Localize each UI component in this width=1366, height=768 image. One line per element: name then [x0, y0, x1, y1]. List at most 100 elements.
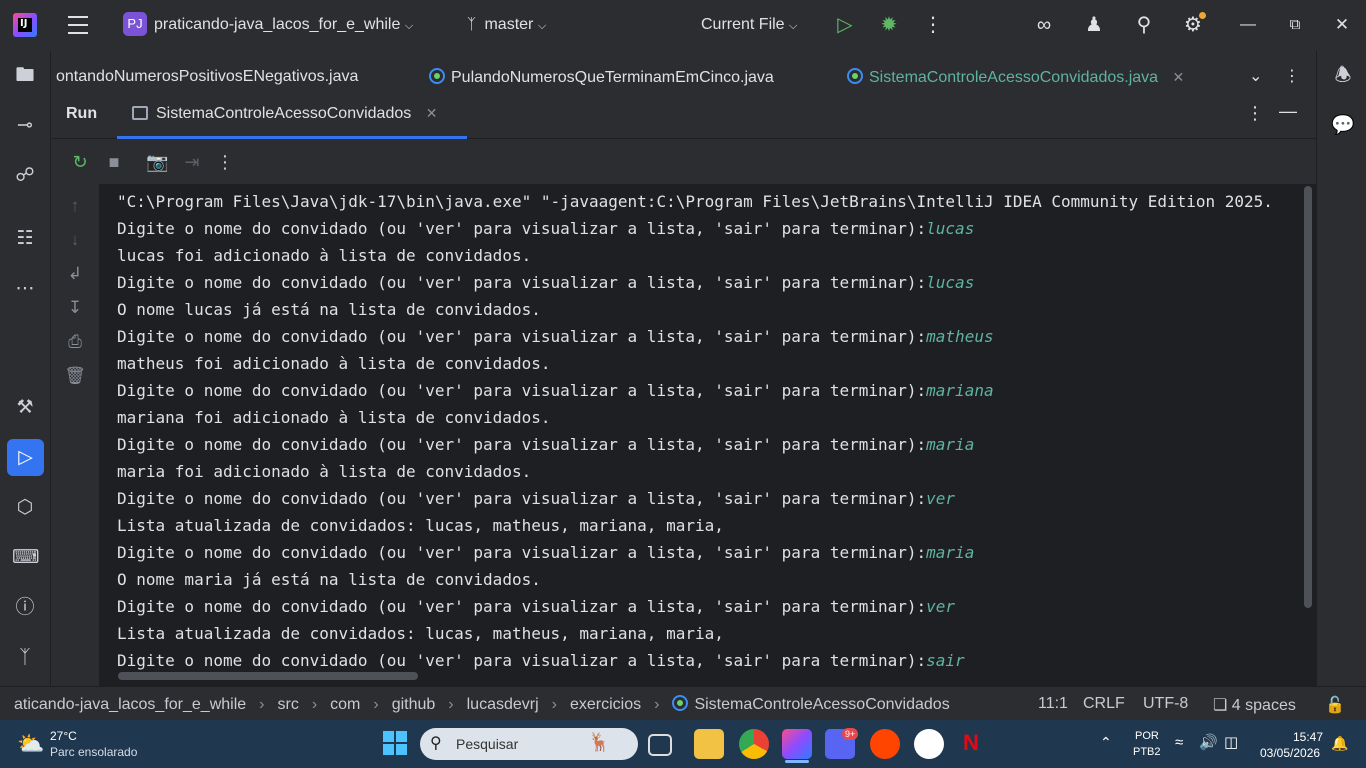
- services-icon[interactable]: ⬡: [12, 495, 38, 521]
- trash-icon[interactable]: 🗑: [64, 366, 86, 386]
- terminal-icon[interactable]: ⌨: [12, 545, 39, 571]
- build-hammer-icon[interactable]: ⚒: [12, 395, 38, 421]
- close-icon[interactable]: ✕: [1329, 12, 1355, 38]
- github-icon[interactable]: [914, 729, 944, 759]
- breadcrumb-item[interactable]: aticando-java_lacos_for_e_while: [14, 696, 246, 713]
- breadcrumb-separator-icon: ›: [373, 696, 379, 713]
- console-output[interactable]: ↑ ↓ ↲ ↧ ⎙ 🗑 "C:\Program Files\Java\jdk-1…: [52, 184, 1316, 686]
- print-icon[interactable]: ⎙: [64, 332, 86, 352]
- editor-tab-pulando[interactable]: PulandoNumerosQueTerminamEmCinco.java: [429, 68, 774, 87]
- console-prompt-line: Digite o nome do convidado (ou 'ver' par…: [117, 431, 1307, 458]
- problems-icon[interactable]: ⓘ: [12, 595, 38, 621]
- reddit-icon[interactable]: [870, 729, 900, 759]
- pull-requests-icon[interactable]: ☍: [12, 163, 38, 189]
- close-tab-icon[interactable]: ✕: [1173, 69, 1185, 85]
- editor-tab-sistema[interactable]: SistemaControleAcessoConvidados.java ✕: [847, 68, 1184, 87]
- soft-wrap-icon[interactable]: ↲: [64, 264, 86, 284]
- chevron-down-icon: ⌵: [789, 20, 798, 32]
- notification-center-icon[interactable]: 🔔: [1331, 735, 1348, 752]
- more-actions-icon[interactable]: ⋮: [920, 12, 946, 38]
- weather-icon[interactable]: ⛅: [17, 731, 44, 757]
- run-options-icon[interactable]: ⋮: [1246, 103, 1264, 124]
- toolbar-more-icon[interactable]: ⋮: [215, 152, 235, 173]
- branch-selector[interactable]: ᛉ master ⌵: [467, 16, 546, 34]
- git-icon[interactable]: ᛉ: [12, 645, 38, 671]
- tabs-dropdown-icon[interactable]: ⌄: [1249, 66, 1262, 86]
- scroll-to-end-icon[interactable]: ↧: [64, 298, 86, 318]
- notifications-bell-icon[interactable]: 🕭: [1330, 63, 1356, 89]
- clock-date[interactable]: 03/05/2026: [1260, 746, 1320, 760]
- caret-position[interactable]: 11:1: [1038, 695, 1068, 713]
- breadcrumb-item[interactable]: lucasdevrj: [467, 696, 539, 713]
- structure-icon[interactable]: ☷: [12, 226, 38, 252]
- breadcrumb-item[interactable]: SistemaControleAcessoConvidados: [694, 696, 949, 713]
- run-panel-header: Run SistemaControleAcessoConvidados ✕ ⋮ …: [52, 91, 1316, 139]
- restore-icon[interactable]: ⧉: [1282, 12, 1308, 38]
- line-separator[interactable]: CRLF: [1083, 695, 1125, 713]
- debug-icon[interactable]: ✹: [876, 12, 902, 38]
- console-output-line: maria foi adicionado à lista de convidad…: [117, 462, 532, 481]
- keyboard-layout[interactable]: PTB2: [1133, 746, 1161, 758]
- vertical-scrollbar[interactable]: [1304, 186, 1312, 608]
- minimize-icon[interactable]: —: [1235, 12, 1261, 38]
- user-input: maria: [926, 543, 975, 562]
- console-lines: "C:\Program Files\Java\jdk-17\bin\java.e…: [117, 188, 1307, 674]
- windows-start-icon[interactable]: [383, 731, 407, 755]
- intellij-taskbar-icon[interactable]: [782, 729, 812, 759]
- restore-layout-icon[interactable]: ⇥: [182, 152, 202, 173]
- add-user-icon[interactable]: ♟: [1081, 12, 1107, 38]
- title-bar: IJ PJ praticando-java_lacos_for_e_while …: [0, 0, 1366, 51]
- console-prompt-line: Digite o nome do convidado (ou 'ver' par…: [117, 323, 1307, 350]
- indent-settings[interactable]: ❏ 4 spaces: [1213, 695, 1296, 715]
- file-encoding[interactable]: UTF-8: [1143, 695, 1188, 713]
- task-view-icon[interactable]: [648, 734, 672, 756]
- editor-tab-contando[interactable]: ontandoNumerosPositivosENegativos.java: [56, 68, 358, 86]
- project-badge[interactable]: PJ: [123, 12, 147, 36]
- project-selector[interactable]: praticando-java_lacos_for_e_while ⌵: [154, 16, 413, 34]
- volume-icon[interactable]: 🔊: [1199, 733, 1218, 751]
- camera-icon[interactable]: 📷: [146, 152, 168, 173]
- taskbar-search[interactable]: ⚲ Pesquisar 🦌: [420, 728, 638, 760]
- tabs-more-icon[interactable]: ⋮: [1284, 66, 1300, 86]
- keyboard-lang[interactable]: POR: [1135, 730, 1159, 742]
- netflix-icon[interactable]: N: [963, 730, 979, 756]
- search-icon[interactable]: ⚲: [1131, 12, 1157, 38]
- read-only-lock-icon[interactable]: 🔓: [1325, 695, 1345, 715]
- chrome-icon[interactable]: [739, 729, 769, 759]
- down-arrow-icon[interactable]: ↓: [64, 230, 86, 250]
- console-output-line: O nome maria já está na lista de convida…: [117, 570, 541, 589]
- console-icon: [132, 106, 148, 120]
- horizontal-scrollbar[interactable]: [118, 672, 418, 680]
- ai-assistant-icon[interactable]: ∞: [1031, 12, 1057, 38]
- commit-icon[interactable]: ⊸: [12, 113, 38, 139]
- user-input: sair: [926, 651, 965, 670]
- breadcrumb-item[interactable]: com: [330, 696, 360, 713]
- run-tab[interactable]: SistemaControleAcessoConvidados ✕: [132, 105, 437, 123]
- wifi-icon[interactable]: ≈: [1175, 734, 1183, 751]
- ai-chat-icon[interactable]: 💬: [1330, 113, 1356, 139]
- console-command-line: "C:\Program Files\Java\jdk-17\bin\java.e…: [117, 192, 1273, 211]
- discord-badge: 9+: [842, 728, 859, 740]
- file-explorer-icon[interactable]: [694, 729, 724, 759]
- run-icon[interactable]: ▷: [832, 12, 858, 38]
- breadcrumb-item[interactable]: github: [392, 696, 436, 713]
- hide-panel-icon[interactable]: —: [1279, 101, 1297, 122]
- clock-time[interactable]: 15:47: [1293, 730, 1323, 744]
- breadcrumb-item[interactable]: exercicios: [570, 696, 641, 713]
- rerun-icon[interactable]: ↻: [70, 152, 90, 173]
- battery-icon[interactable]: ◫: [1224, 733, 1238, 751]
- run-tool-icon[interactable]: ▷: [7, 439, 44, 476]
- stop-icon[interactable]: ■: [104, 152, 124, 173]
- project-folder-icon[interactable]: 🖿: [12, 63, 38, 89]
- breadcrumb-item[interactable]: src: [277, 696, 298, 713]
- up-arrow-icon[interactable]: ↑: [64, 196, 86, 216]
- intellij-logo[interactable]: IJ: [13, 13, 37, 37]
- close-run-tab-icon[interactable]: ✕: [426, 105, 438, 121]
- run-config-selector[interactable]: Current File ⌵: [701, 16, 797, 34]
- user-input: ver: [926, 597, 956, 616]
- main-menu-icon[interactable]: [68, 16, 88, 34]
- more-tools-icon[interactable]: ⋯: [12, 276, 38, 302]
- chevron-up-icon[interactable]: ⌃: [1100, 734, 1112, 751]
- settings-gear-icon[interactable]: ⚙: [1180, 12, 1206, 38]
- indent-icon: ❏: [1213, 697, 1228, 714]
